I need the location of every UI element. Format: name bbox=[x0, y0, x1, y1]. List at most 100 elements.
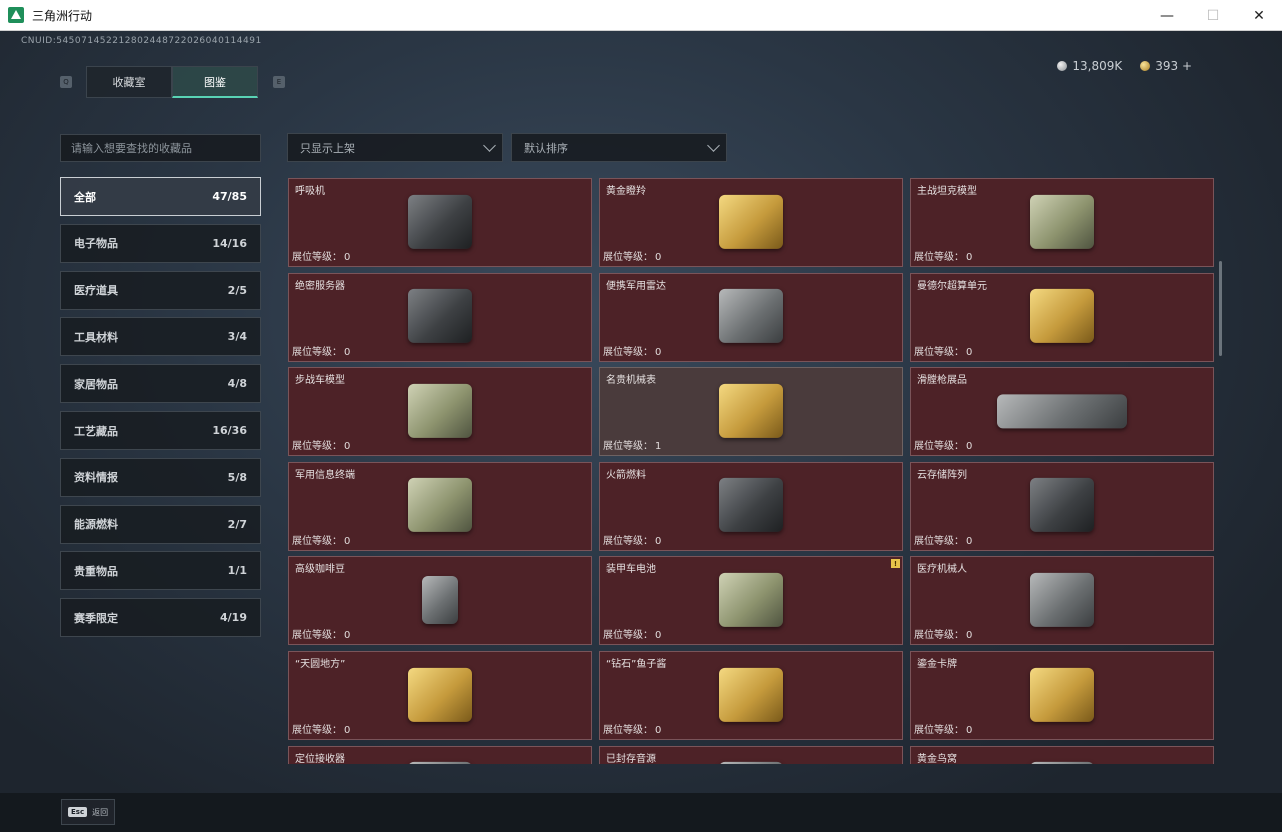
collectible-name: 定位接收器 bbox=[295, 753, 345, 764]
silver-coin-icon bbox=[1057, 61, 1068, 71]
collectible-card[interactable]: 主战坦克模型 展位等级： 0 bbox=[910, 178, 1214, 267]
collectible-name: 主战坦克模型 bbox=[917, 186, 977, 197]
collectible-name: 便携军用雷达 bbox=[606, 280, 666, 292]
collectible-card[interactable]: “钻石”鱼子酱 展位等级： 0 bbox=[599, 651, 903, 740]
chevron-down-icon bbox=[707, 138, 720, 152]
collectible-name: 黄金鸟窝 bbox=[917, 753, 957, 764]
search-input[interactable] bbox=[60, 134, 261, 162]
booth-level: 展位等级： 0 bbox=[292, 721, 350, 736]
category-item[interactable]: 工艺藏品 16/36 bbox=[60, 411, 261, 450]
booth-level: 展位等级： 0 bbox=[292, 248, 350, 263]
booth-level-value: 0 bbox=[966, 346, 973, 358]
collectible-card[interactable]: 步战车模型 展位等级： 0 bbox=[288, 367, 592, 457]
booth-level-label: 展位等级： bbox=[603, 252, 653, 263]
collectible-card[interactable]: 火箭燃料 展位等级： 0 bbox=[599, 461, 903, 551]
booth-level-value: 0 bbox=[966, 535, 973, 547]
booth-level: 展位等级： 0 bbox=[292, 343, 350, 358]
game-view: CNUID:545071452212802448722026040114491 … bbox=[0, 31, 1282, 832]
booth-level-value: 0 bbox=[655, 725, 662, 736]
close-button[interactable]: ✕ bbox=[1236, 0, 1282, 31]
collectible-name: 军用信息终端 bbox=[295, 469, 355, 481]
currency-gold[interactable]: 393 + bbox=[1140, 59, 1192, 73]
booth-level: 展位等级： 0 bbox=[603, 248, 661, 263]
display-filter-dropdown[interactable]: 只显示上架 bbox=[287, 133, 503, 162]
category-label: 资料情报 bbox=[74, 471, 118, 485]
tab-catalog[interactable]: 图鉴 bbox=[172, 66, 258, 98]
window-controls: — ☐ ✕ bbox=[1144, 0, 1282, 31]
booth-level-label: 展位等级： bbox=[292, 725, 342, 736]
window-titlebar: 三角洲行动 — ☐ ✕ bbox=[0, 0, 1282, 31]
collectible-card[interactable]: 已封存音源 bbox=[599, 745, 903, 764]
collectible-card[interactable]: 黄金鸟窝 bbox=[910, 745, 1214, 764]
collectible-image bbox=[719, 762, 783, 764]
collectible-card[interactable]: 名贵机械表 展位等级： 1 bbox=[599, 367, 903, 457]
booth-level-value: 0 bbox=[344, 346, 351, 358]
booth-level: 展位等级： 0 bbox=[603, 532, 661, 547]
collectible-card[interactable]: 云存储阵列 展位等级： 0 bbox=[910, 461, 1214, 551]
category-item[interactable]: 资料情报 5/8 bbox=[60, 457, 261, 497]
booth-level-value: 0 bbox=[344, 252, 351, 263]
booth-level: 展位等级： 0 bbox=[603, 721, 661, 736]
tab-collection-room[interactable]: 收藏室 bbox=[86, 66, 172, 98]
booth-level-value: 0 bbox=[655, 535, 662, 547]
chevron-down-icon bbox=[483, 138, 496, 152]
category-item[interactable]: 赛季限定 4/19 bbox=[60, 598, 261, 638]
category-count: 5/8 bbox=[227, 470, 247, 484]
category-item[interactable]: 能源燃料 2/7 bbox=[60, 504, 261, 544]
app-logo-icon bbox=[8, 7, 24, 23]
category-item[interactable]: 贵重物品 1/1 bbox=[60, 551, 261, 591]
booth-level-label: 展位等级： bbox=[292, 441, 342, 453]
booth-level-label: 展位等级： bbox=[914, 252, 964, 263]
maximize-button[interactable]: ☐ bbox=[1190, 0, 1236, 31]
display-filter-value: 只显示上架 bbox=[300, 141, 355, 155]
booth-level-label: 展位等级： bbox=[603, 725, 653, 736]
collectible-card[interactable]: 呼吸机展位等级： 0 bbox=[288, 178, 592, 267]
category-label: 能源燃料 bbox=[74, 518, 118, 532]
bottom-bar bbox=[0, 793, 1282, 832]
collectible-card[interactable]: 绝密服务器展位等级： 0 bbox=[288, 272, 592, 362]
booth-level-label: 展位等级： bbox=[292, 252, 342, 263]
booth-level-label: 展位等级： bbox=[292, 346, 342, 358]
booth-level: 展位等级： 0 bbox=[914, 343, 972, 358]
collectible-name: 已封存音源 bbox=[606, 753, 656, 764]
collectible-image bbox=[1030, 667, 1094, 722]
booth-level-label: 展位等级： bbox=[292, 630, 342, 642]
collectible-card[interactable]: “天圆地方” 展位等级： 0 bbox=[288, 651, 592, 740]
booth-level-value: 0 bbox=[344, 630, 351, 642]
category-item[interactable]: 医疗道具 2/5 bbox=[60, 270, 261, 310]
booth-level: 展位等级： 0 bbox=[914, 532, 972, 547]
category-label: 电子物品 bbox=[74, 237, 118, 251]
collectible-card[interactable]: 定位接收器 bbox=[288, 745, 592, 764]
category-item[interactable]: 家居物品 4/8 bbox=[60, 364, 261, 404]
category-item[interactable]: 电子物品 14/16 bbox=[60, 223, 261, 263]
category-item[interactable]: 工具材料 3/4 bbox=[60, 317, 261, 357]
collectible-image bbox=[719, 478, 783, 533]
collectible-name: 绝密服务器 bbox=[295, 280, 345, 292]
collectible-card[interactable]: 滑膛枪展品 展位等级： 0 bbox=[910, 367, 1214, 457]
collectible-card[interactable]: 便携军用雷达 展位等级： 0 bbox=[599, 272, 903, 362]
booth-level: 展位等级： 0 bbox=[292, 626, 350, 641]
category-item[interactable]: 全部 47/85 bbox=[60, 177, 261, 216]
currency-bar: 13,809K 393 + bbox=[1057, 59, 1192, 73]
collectible-card[interactable]: 军用信息终端 展位等级： 0 bbox=[288, 461, 592, 551]
sort-dropdown[interactable]: 默认排序 bbox=[511, 133, 727, 162]
collectible-card[interactable]: 黄金瞪羚 展位等级： 0 bbox=[599, 178, 903, 267]
grid-scrollbar[interactable] bbox=[1219, 261, 1222, 356]
category-count: 4/19 bbox=[220, 611, 247, 625]
booth-level-value: 0 bbox=[655, 630, 662, 642]
collectible-name: 呼吸机 bbox=[295, 186, 325, 197]
collectible-card[interactable]: 曼德尔超算单元 展位等级： 0 bbox=[910, 272, 1214, 362]
collectible-image bbox=[408, 383, 472, 438]
back-button[interactable]: Esc 返回 bbox=[61, 799, 115, 825]
booth-level-label: 展位等级： bbox=[603, 535, 653, 547]
item-grid: 呼吸机 展位等级： 0 黄金瞪羚 展位等级： 0 主战坦克模型 展位等级： 0 绝密服务器 展位等级… bbox=[287, 178, 1214, 764]
booth-level: 展位等级： 0 bbox=[914, 437, 972, 452]
minimize-button[interactable]: — bbox=[1144, 0, 1190, 31]
collectible-card[interactable]: 高级咖啡豆 展位等级： 0 bbox=[288, 556, 592, 646]
category-label: 贵重物品 bbox=[74, 564, 118, 578]
collectible-card[interactable]: 医疗机械人 展位等级： 0 bbox=[910, 556, 1214, 646]
collectible-card[interactable]: 装甲车电池! 展位等级： 0 bbox=[599, 556, 903, 646]
alert-badge-icon: ! bbox=[891, 559, 900, 569]
collectible-card[interactable]: 鎏金卡牌 展位等级： 0 bbox=[910, 651, 1214, 740]
currency-gold-value: 393 + bbox=[1155, 59, 1192, 73]
